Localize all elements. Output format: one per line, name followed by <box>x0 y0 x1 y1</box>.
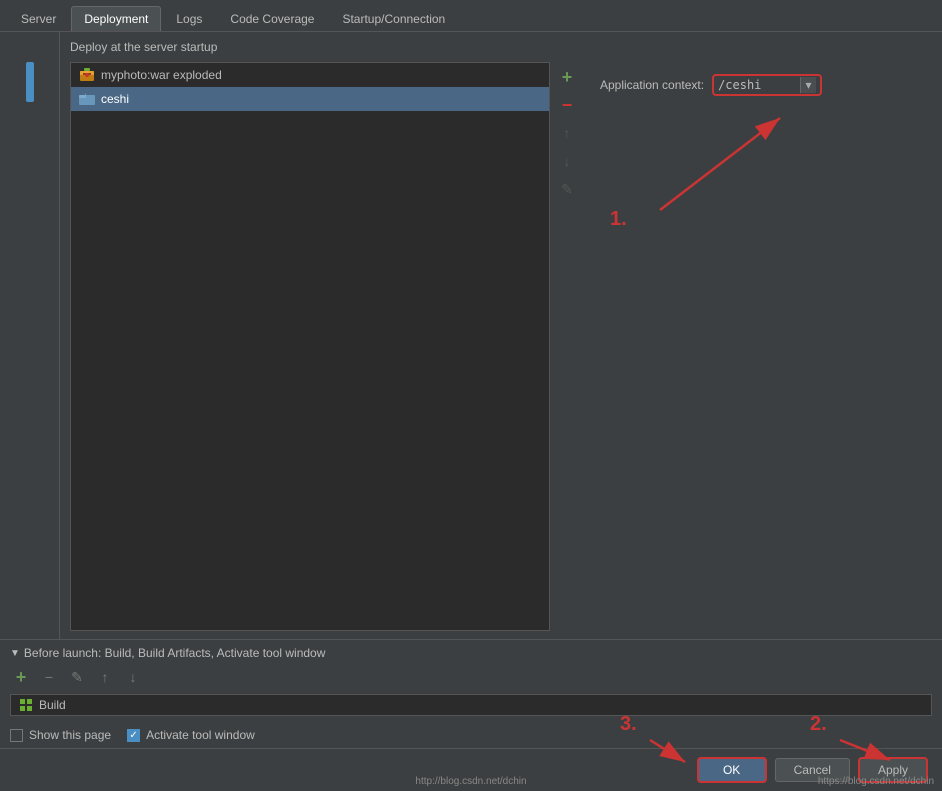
left-strip <box>0 32 60 639</box>
before-launch-header: ▼ Before launch: Build, Build Artifacts,… <box>10 646 932 660</box>
artifact-list: myphoto:war exploded ceshi <box>70 62 550 631</box>
move-up-button[interactable]: ↑ <box>556 122 578 144</box>
artifact-war-label: myphoto:war exploded <box>101 68 222 82</box>
tab-deployment[interactable]: Deployment <box>71 6 161 31</box>
artifact-ceshi-label: ceshi <box>101 92 129 106</box>
edit-artifact-button[interactable]: ✎ <box>556 178 578 200</box>
tab-code-coverage[interactable]: Code Coverage <box>217 6 327 31</box>
add-artifact-button[interactable]: + <box>556 66 578 88</box>
move-launch-down-button[interactable]: ↓ <box>122 666 144 688</box>
war-icon <box>79 67 95 83</box>
app-context-dropdown-btn[interactable]: ▾ <box>800 77 816 93</box>
build-item: Build <box>11 695 931 715</box>
app-context-input[interactable] <box>718 78 798 92</box>
app-context-label: Application context: <box>600 78 704 92</box>
tab-server[interactable]: Server <box>8 6 69 31</box>
ok-button[interactable]: OK <box>697 757 767 783</box>
app-context-panel: Application context: ▾ <box>584 62 932 631</box>
build-label: Build <box>39 698 66 712</box>
activate-tool-window-item[interactable]: Activate tool window <box>127 728 255 742</box>
tab-logs[interactable]: Logs <box>163 6 215 31</box>
tabs-bar: Server Deployment Logs Code Coverage Sta… <box>0 0 942 32</box>
folder-icon <box>79 91 95 107</box>
show-this-page-label: Show this page <box>29 728 111 742</box>
deploy-section: Deploy at the server startup <box>60 32 942 639</box>
remove-launch-button[interactable]: − <box>38 666 60 688</box>
bottom-options: Show this page Activate tool window <box>0 722 942 748</box>
move-down-button[interactable]: ↓ <box>556 150 578 172</box>
before-launch-section: ▼ Before launch: Build, Build Artifacts,… <box>0 639 942 722</box>
artifact-actions: + − ↑ ↓ ✎ <box>550 62 584 631</box>
app-context-input-wrap: ▾ <box>712 74 822 96</box>
tab-startup-connection[interactable]: Startup/Connection <box>329 6 458 31</box>
watermark-left: http://blog.csdn.net/dchin <box>415 776 526 787</box>
collapse-icon[interactable]: ▼ <box>10 648 20 659</box>
before-launch-list: Build <box>10 694 932 716</box>
show-this-page-item[interactable]: Show this page <box>10 728 111 742</box>
add-launch-button[interactable]: + <box>10 666 32 688</box>
show-this-page-checkbox[interactable] <box>10 729 23 742</box>
artifact-item-ceshi[interactable]: ceshi <box>71 87 549 111</box>
deploy-header: Deploy at the server startup <box>70 40 932 54</box>
build-icon <box>19 698 33 712</box>
activate-tool-window-label: Activate tool window <box>146 728 255 742</box>
before-launch-toolbar: + − ✎ ↑ ↓ <box>10 666 932 688</box>
artifact-item-war[interactable]: myphoto:war exploded <box>71 63 549 87</box>
edit-launch-button[interactable]: ✎ <box>66 666 88 688</box>
remove-artifact-button[interactable]: − <box>556 94 578 116</box>
watermark-right: https://blog.csdn.net/dchin <box>818 776 934 787</box>
before-launch-label: Before launch: Build, Build Artifacts, A… <box>24 646 326 660</box>
activate-tool-window-checkbox[interactable] <box>127 729 140 742</box>
move-launch-up-button[interactable]: ↑ <box>94 666 116 688</box>
